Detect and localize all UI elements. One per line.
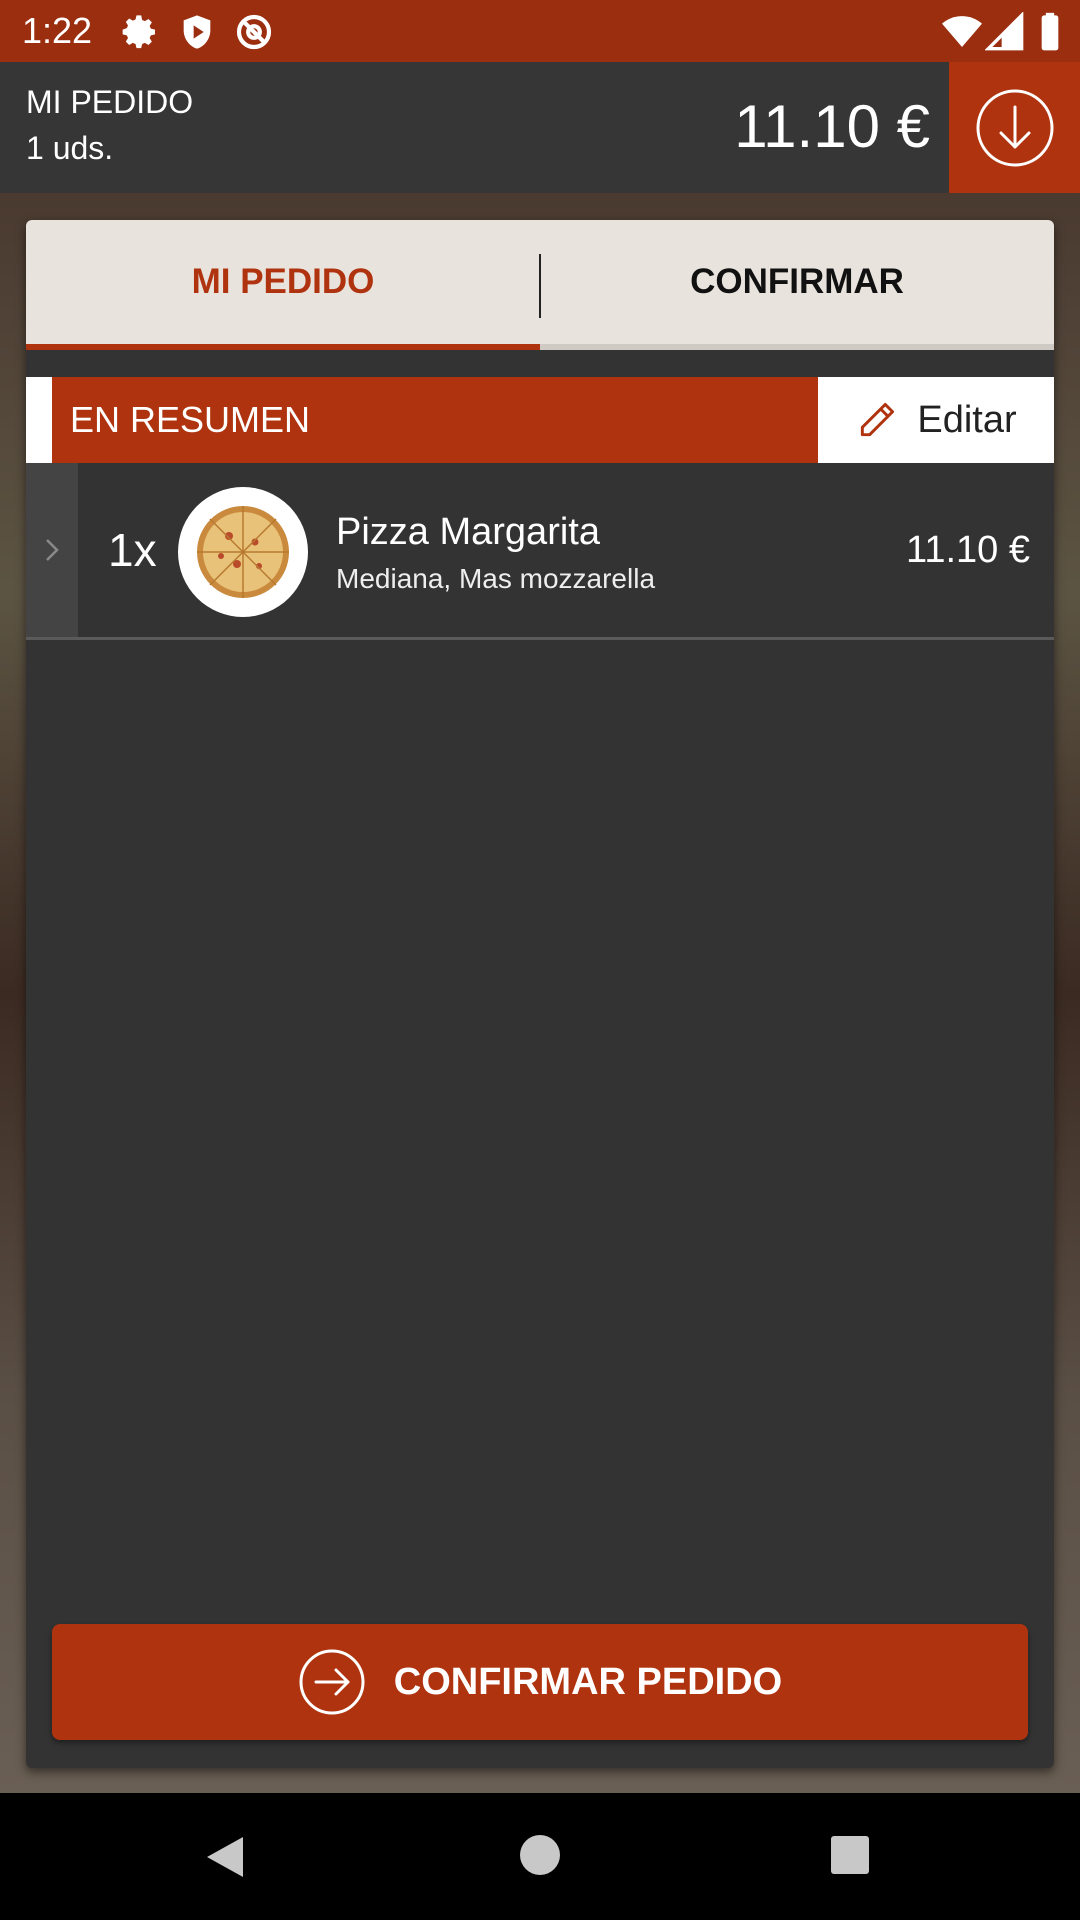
system-nav-bar <box>0 1793 1080 1920</box>
at-icon <box>236 14 272 50</box>
item-name: Pizza Margarita <box>336 511 600 553</box>
item-thumbnail <box>178 487 308 617</box>
confirm-order-button[interactable]: CONFIRMAR PEDIDO <box>52 1624 1028 1740</box>
order-item-row[interactable]: 1x Pizza Margarita Mediana, Mas mozzarel… <box>26 463 1054 640</box>
home-icon[interactable] <box>520 1835 560 1875</box>
battery-icon <box>1041 12 1059 51</box>
order-total: 11.10 € <box>734 93 930 160</box>
back-icon[interactable] <box>205 1835 245 1879</box>
order-card: MI PEDIDO CONFIRMAR EN RESUMEN Editar 1x <box>26 220 1054 1768</box>
settings-icon <box>122 15 155 49</box>
tab-bar: MI PEDIDO CONFIRMAR <box>26 220 1054 350</box>
chevron-right-icon <box>46 539 59 561</box>
expand-item-handle[interactable] <box>26 463 78 637</box>
recents-icon[interactable] <box>831 1836 869 1874</box>
edit-button[interactable]: Editar <box>818 377 1054 463</box>
item-quantity: 1x <box>108 524 157 576</box>
pencil-icon <box>861 402 895 437</box>
wifi-icon <box>942 16 982 47</box>
shield-icon <box>183 15 211 49</box>
summary-bar: EN RESUMEN Editar <box>26 377 1054 463</box>
order-units: 1 uds. <box>26 130 114 166</box>
tab-confirmar[interactable]: CONFIRMAR <box>540 220 1054 350</box>
summary-label: EN RESUMEN <box>70 399 311 440</box>
confirm-order-label: CONFIRMAR PEDIDO <box>393 1660 783 1703</box>
status-bar: 1:22 <box>0 0 1080 62</box>
pizza-icon <box>197 506 289 598</box>
item-options: Mediana, Mas mozzarella <box>336 563 656 594</box>
tab-mi-pedido[interactable]: MI PEDIDO <box>26 220 540 350</box>
order-header: MI PEDIDO 1 uds. 11.10 € <box>0 62 1080 193</box>
arrow-right-circle-icon <box>299 1649 365 1715</box>
signal-icon <box>985 12 1024 51</box>
status-time: 1:22 <box>22 10 93 51</box>
arrow-down-circle-icon <box>976 89 1053 166</box>
edit-label: Editar <box>917 398 1017 441</box>
order-title: MI PEDIDO <box>26 84 194 120</box>
item-price: 11.10 € <box>906 529 1030 571</box>
collapse-order-button[interactable] <box>949 62 1080 193</box>
